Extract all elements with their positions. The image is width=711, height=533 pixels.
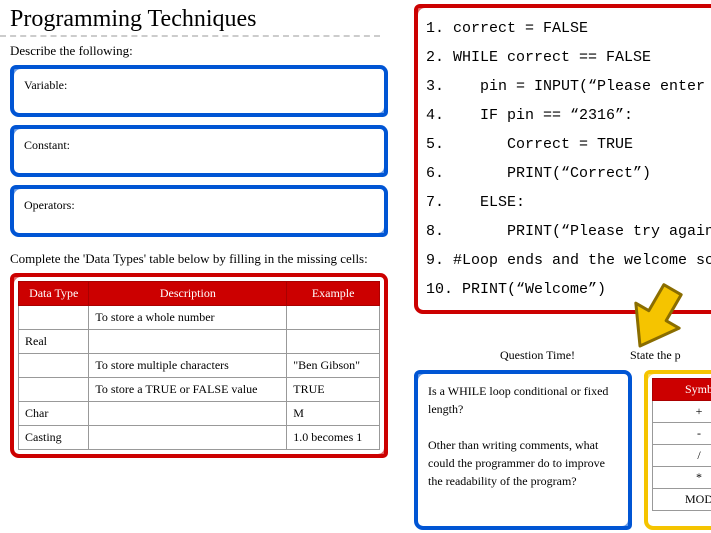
data-types-table: Data Type Description Example To store a… bbox=[18, 281, 380, 450]
code-line: 2. WHILE correct == FALSE bbox=[426, 43, 711, 72]
variable-box[interactable]: Variable: bbox=[10, 65, 388, 117]
code-line: 5. Correct = TRUE bbox=[426, 130, 711, 159]
cell[interactable]: 1.0 becomes 1 bbox=[287, 426, 380, 450]
code-line: 7. ELSE: bbox=[426, 188, 711, 217]
cell[interactable]: M bbox=[287, 402, 380, 426]
constant-box[interactable]: Constant: bbox=[10, 125, 388, 177]
constant-label: Constant: bbox=[24, 138, 70, 152]
th-example: Example bbox=[287, 282, 380, 306]
cell[interactable]: Char bbox=[19, 402, 89, 426]
code-box: 1. correct = FALSE 2. WHILE correct == F… bbox=[414, 4, 711, 314]
table-row: - bbox=[653, 423, 711, 445]
th-datatype: Data Type bbox=[19, 282, 89, 306]
cell[interactable] bbox=[287, 330, 380, 354]
cell: MOD bbox=[653, 489, 711, 511]
cell[interactable] bbox=[287, 306, 380, 330]
code-line: 10. PRINT(“Welcome”) bbox=[426, 275, 711, 304]
question-1: Is a WHILE loop conditional or fixed len… bbox=[428, 382, 618, 418]
page-title: Programming Techniques bbox=[0, 0, 380, 37]
code-line: 9. #Loop ends and the welcome sc bbox=[426, 246, 711, 275]
symbol-table: Symb + - / * MOD bbox=[652, 378, 711, 511]
question-box[interactable]: Is a WHILE loop conditional or fixed len… bbox=[414, 370, 632, 530]
code-line: 8. PRINT(“Please try again bbox=[426, 217, 711, 246]
table-row: To store a TRUE or FALSE value TRUE bbox=[19, 378, 380, 402]
table-row: Char M bbox=[19, 402, 380, 426]
code-line: 4. IF pin == “2316”: bbox=[426, 101, 711, 130]
cell[interactable]: TRUE bbox=[287, 378, 380, 402]
operators-label: Operators: bbox=[24, 198, 75, 212]
symbol-box: Symb + - / * MOD bbox=[644, 370, 711, 530]
cell: - bbox=[653, 423, 711, 445]
describe-heading: Describe the following: bbox=[0, 37, 398, 63]
cell[interactable]: Real bbox=[19, 330, 89, 354]
code-line: 6. PRINT(“Correct”) bbox=[426, 159, 711, 188]
cell: + bbox=[653, 401, 711, 423]
question-time-label: Question Time! bbox=[500, 348, 575, 363]
cell[interactable] bbox=[19, 354, 89, 378]
table-row: MOD bbox=[653, 489, 711, 511]
table-row: To store multiple characters "Ben Gibson… bbox=[19, 354, 380, 378]
data-types-table-box: Data Type Description Example To store a… bbox=[10, 273, 388, 458]
table-row: Casting 1.0 becomes 1 bbox=[19, 426, 380, 450]
variable-label: Variable: bbox=[24, 78, 67, 92]
code-line: 1. correct = FALSE bbox=[426, 14, 711, 43]
cell: / bbox=[653, 445, 711, 467]
th-symbol: Symb bbox=[653, 379, 711, 401]
table-row: / bbox=[653, 445, 711, 467]
cell: * bbox=[653, 467, 711, 489]
cell[interactable]: To store multiple characters bbox=[89, 354, 287, 378]
table-row: Real bbox=[19, 330, 380, 354]
table-row: * bbox=[653, 467, 711, 489]
cell[interactable]: To store a whole number bbox=[89, 306, 287, 330]
question-2: Other than writing comments, what could … bbox=[428, 436, 618, 490]
table-row: To store a whole number bbox=[19, 306, 380, 330]
cell[interactable]: "Ben Gibson" bbox=[287, 354, 380, 378]
state-p-label: State the p bbox=[630, 348, 681, 363]
cell[interactable] bbox=[89, 402, 287, 426]
th-description: Description bbox=[89, 282, 287, 306]
cell[interactable] bbox=[19, 306, 89, 330]
cell[interactable]: To store a TRUE or FALSE value bbox=[89, 378, 287, 402]
table-heading: Complete the 'Data Types' table below by… bbox=[0, 245, 398, 271]
cell[interactable]: Casting bbox=[19, 426, 89, 450]
table-row: + bbox=[653, 401, 711, 423]
cell[interactable] bbox=[89, 330, 287, 354]
cell[interactable] bbox=[19, 378, 89, 402]
code-line: 3. pin = INPUT(“Please enter bbox=[426, 72, 711, 101]
cell[interactable] bbox=[89, 426, 287, 450]
operators-box[interactable]: Operators: bbox=[10, 185, 388, 237]
